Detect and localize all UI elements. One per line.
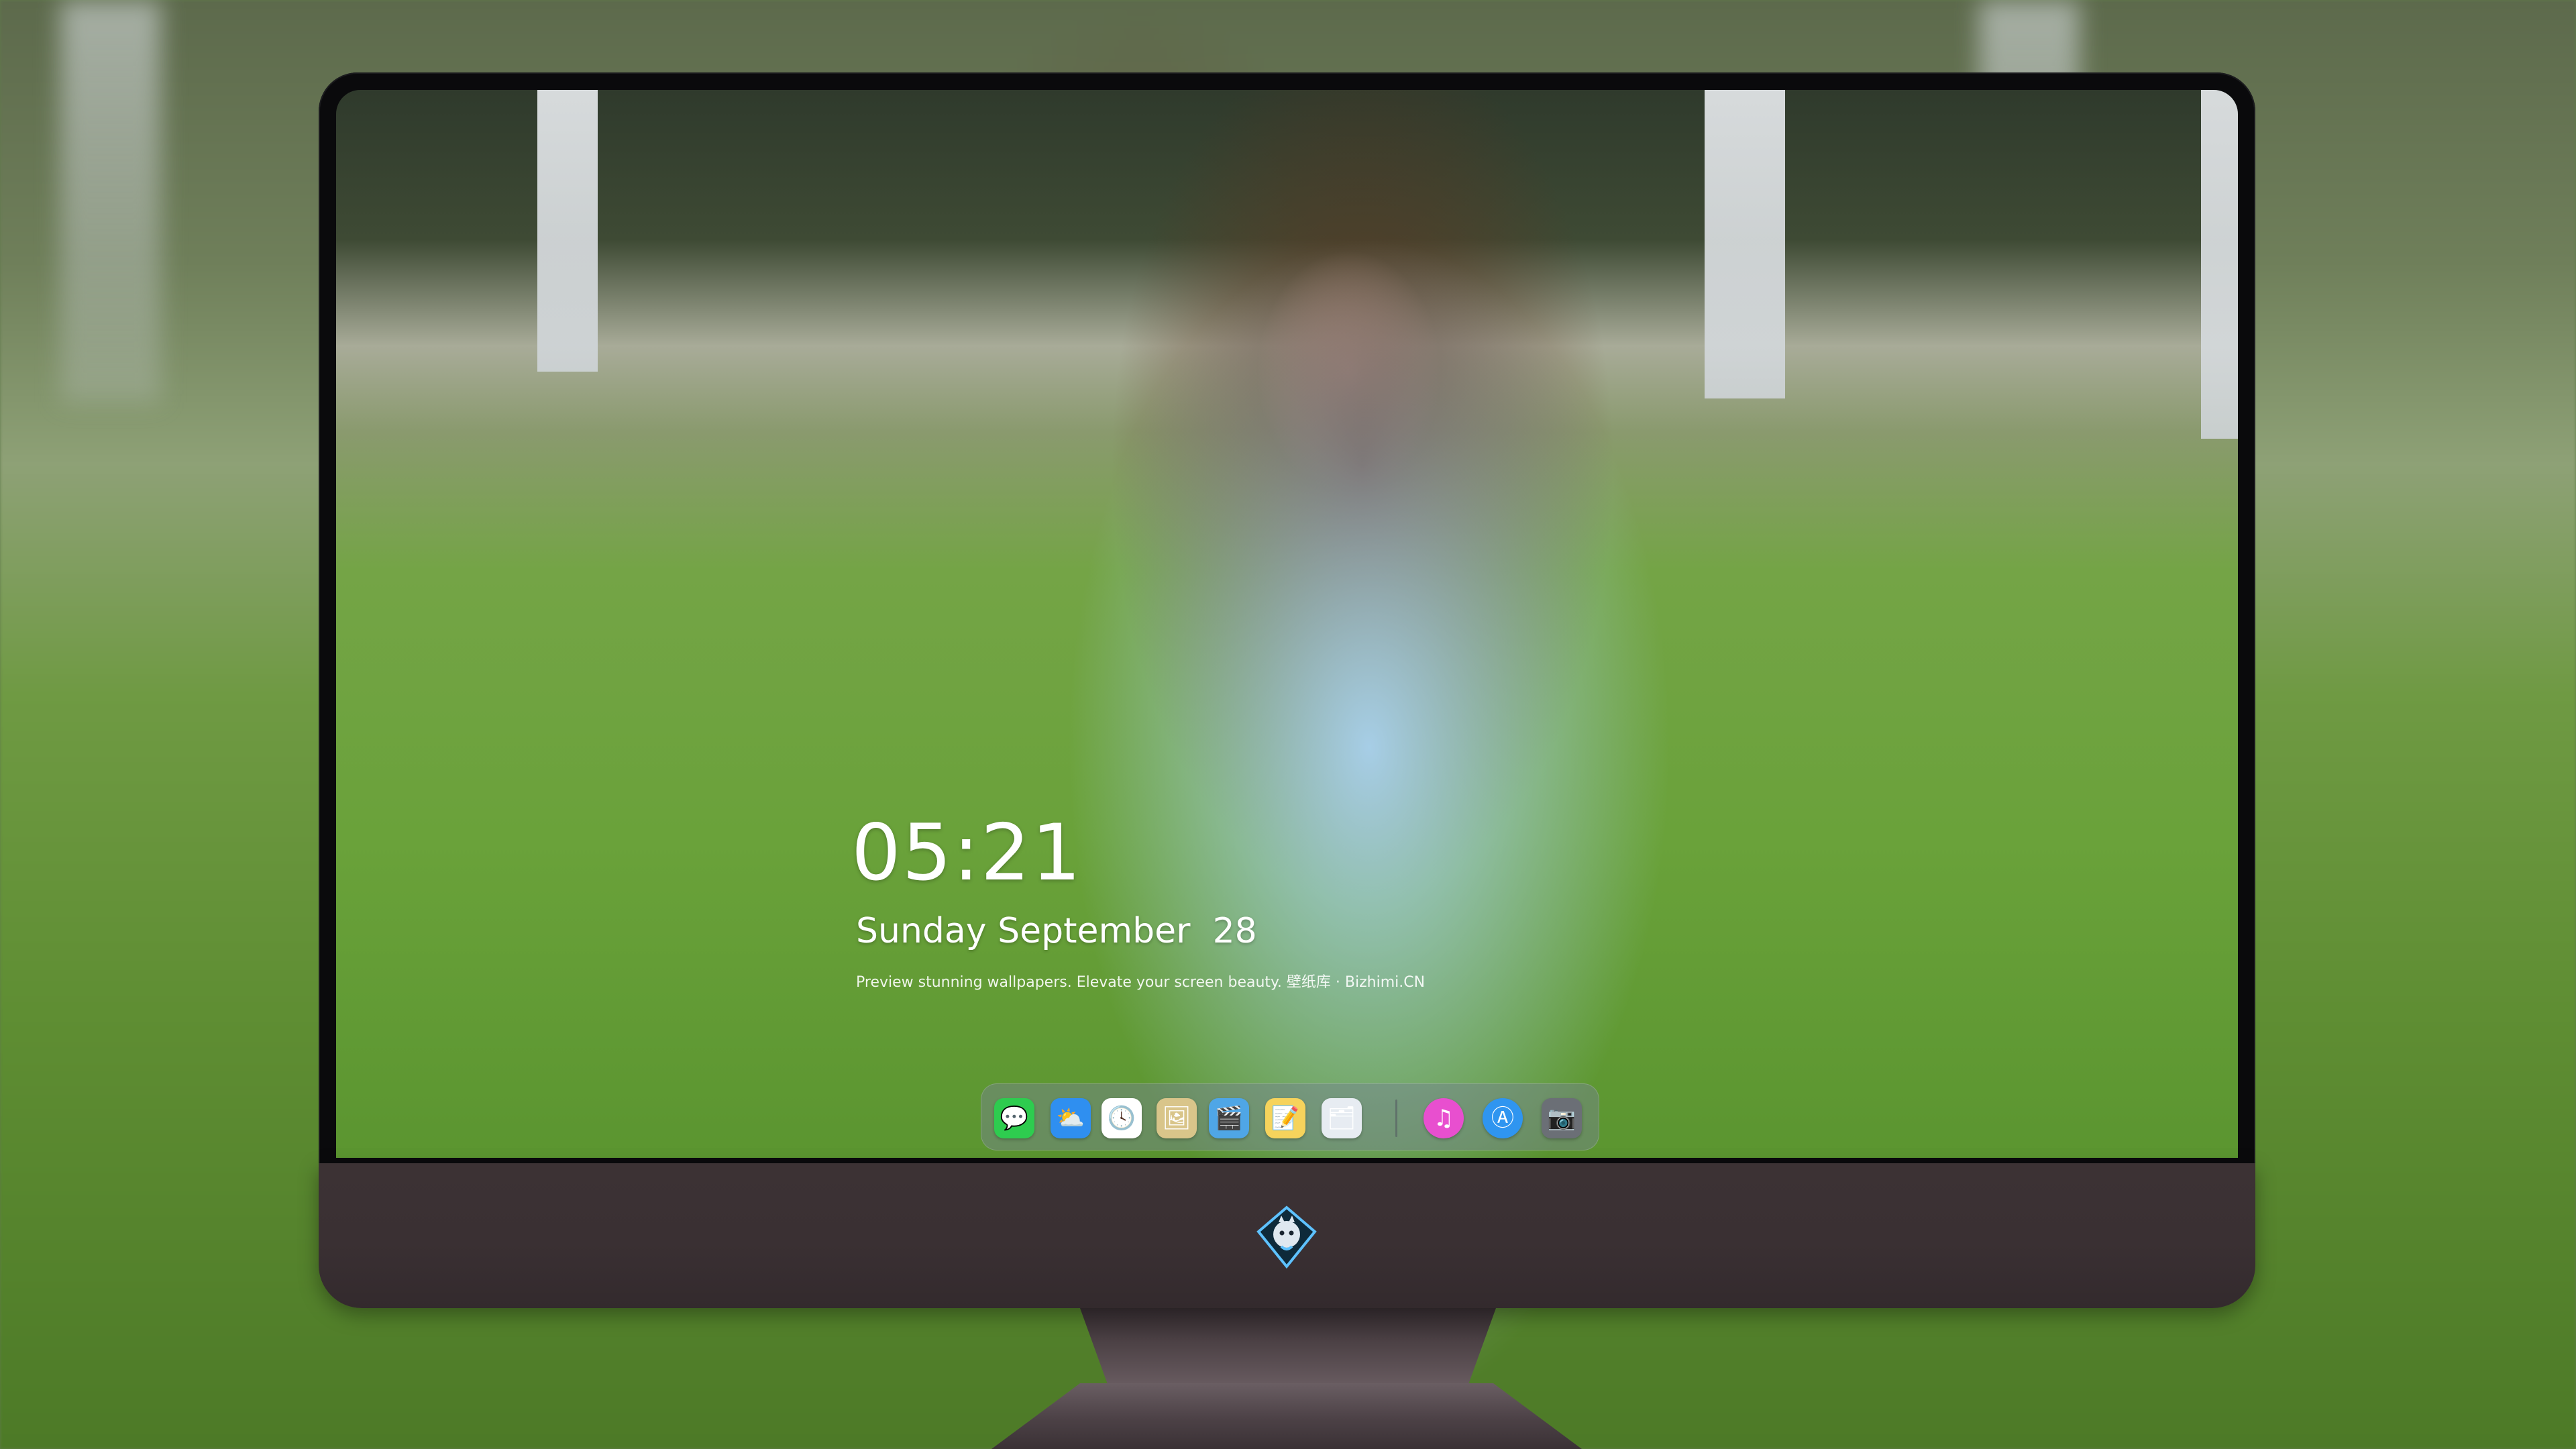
- desktop-stage: 05:21 Sunday September 28 Preview stunni…: [0, 0, 2576, 1449]
- dock-glyph: Ⓐ: [1491, 1105, 1514, 1132]
- wallpaper-pillar: [2201, 90, 2238, 439]
- clapperboard-icon[interactable]: 🎬: [1209, 1098, 1249, 1138]
- messages-icon[interactable]: 💬: [994, 1098, 1034, 1138]
- monitor-stand-neck: [1080, 1308, 1496, 1389]
- wallpaper-pillar: [1705, 90, 1785, 398]
- monitor-bezel: 05:21 Sunday September 28 Preview stunni…: [319, 72, 2255, 1175]
- clock-icon[interactable]: 🕓: [1102, 1098, 1142, 1138]
- weather-icon[interactable]: ⛅: [1051, 1098, 1091, 1138]
- dock-glyph: 🕓: [1107, 1105, 1136, 1132]
- monitor-stand-foot: [991, 1383, 1582, 1449]
- camera-icon[interactable]: 📷: [1542, 1098, 1582, 1138]
- notes-icon[interactable]: 📝: [1265, 1098, 1305, 1138]
- preview-icon[interactable]: 🖼: [1157, 1098, 1197, 1138]
- dock-glyph: 🗂: [1327, 1105, 1356, 1132]
- backdrop-pillar: [60, 0, 161, 402]
- wallpaper-screen: 05:21 Sunday September 28 Preview stunni…: [336, 90, 2238, 1158]
- music-icon[interactable]: ♫: [1424, 1098, 1464, 1138]
- dock-separator: [1395, 1099, 1397, 1137]
- dock-glyph: ⛅: [1056, 1105, 1085, 1132]
- photo-library-icon[interactable]: 🗂: [1322, 1098, 1362, 1138]
- dock-glyph: 💬: [1000, 1105, 1029, 1132]
- mascot-logo-icon: [1256, 1205, 1317, 1269]
- dock: 💬 ⛅ 🕓 🖼 🎬 📝 🗂 ♫ Ⓐ 📷: [981, 1083, 1599, 1150]
- lockscreen-tagline: Preview stunning wallpapers. Elevate you…: [856, 974, 1426, 991]
- dock-glyph: ♫: [1433, 1105, 1454, 1132]
- dock-glyph: 🖼: [1162, 1105, 1191, 1132]
- app-store-icon[interactable]: Ⓐ: [1483, 1098, 1523, 1138]
- dock-glyph: 🎬: [1214, 1105, 1244, 1132]
- wallpaper-pillar: [537, 90, 598, 372]
- dock-glyph: 📷: [1547, 1105, 1576, 1132]
- lockscreen-clock: 05:21: [851, 808, 1083, 898]
- dock-glyph: 📝: [1271, 1105, 1300, 1132]
- lockscreen-date: Sunday September 28: [856, 911, 1257, 951]
